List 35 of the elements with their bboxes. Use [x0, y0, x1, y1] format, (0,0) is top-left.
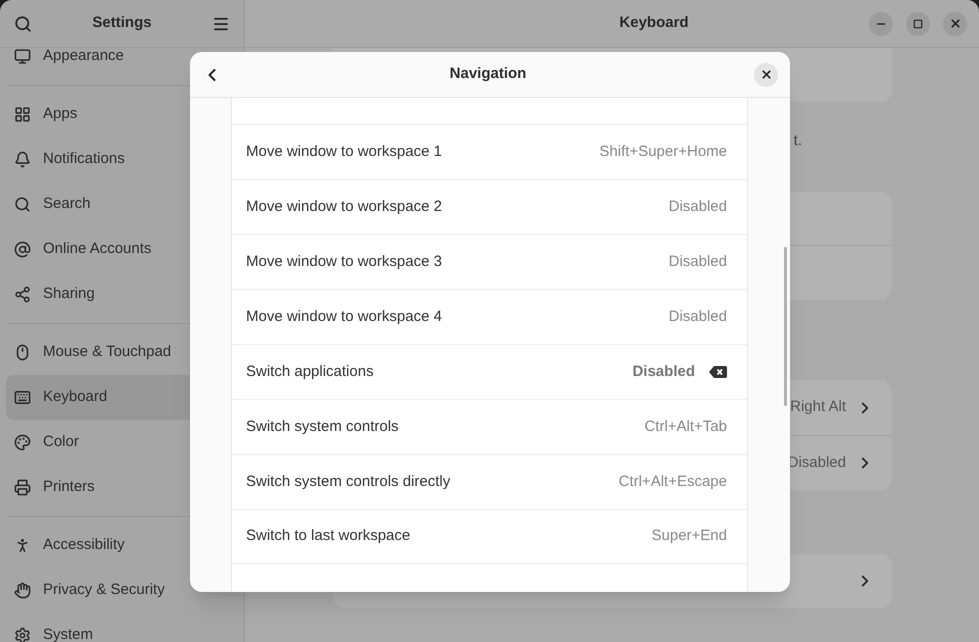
shortcut-value: Disabled: [632, 362, 695, 382]
action-label: Switch applications: [246, 362, 374, 382]
sidebar-item-label: Notifications: [43, 149, 125, 170]
sidebar-item-label: Color: [43, 432, 79, 452]
sidebar-item-label: System: [43, 625, 94, 642]
sidebar-item-label: Mouse & Touchpad: [43, 342, 172, 362]
action-label: Move window to workspace 3: [246, 252, 442, 272]
sidebar-item-label: Appearance: [43, 46, 124, 66]
sidebar-item-label: Privacy & Security: [43, 580, 165, 600]
sidebar-title: Settings: [92, 13, 152, 34]
sidebar-item-label: Sharing: [43, 284, 95, 304]
sidebar-item-label: Keyboard: [43, 387, 108, 408]
sidebar-item-label: Online Accounts: [43, 239, 152, 260]
sidebar-item-label: Printers: [43, 477, 95, 498]
shortcut-value: Shift+Super+Home: [599, 142, 727, 162]
sidebar-item-label: Accessibility: [43, 535, 125, 556]
action-label: Move window to workspace 4: [246, 306, 442, 327]
action-label: Switch system controls directly: [246, 472, 450, 492]
window-title: Keyboard: [618, 13, 689, 34]
sidebar-item-label: Search: [43, 194, 91, 214]
shortcut-value: Disabled: [668, 196, 727, 217]
row-value: Disabled: [788, 452, 846, 473]
action-label: Switch system controls: [246, 416, 399, 437]
sidebar-item-label: Apps: [43, 104, 78, 124]
description-text: t.: [794, 130, 802, 150]
dialog-title: Navigation: [450, 64, 526, 84]
shortcut-value: Disabled: [668, 252, 727, 272]
shortcut-value: Super+End: [652, 526, 727, 546]
action-label: Switch to last workspace: [246, 526, 410, 546]
action-label: Move window to workspace 2: [246, 196, 442, 217]
action-label: Move window to workspace 1: [246, 142, 442, 162]
shortcut-value: Ctrl+Alt+Escape: [618, 472, 727, 492]
shortcut-value: Ctrl+Alt+Tab: [644, 416, 727, 437]
row-value: Right Alt: [790, 397, 846, 418]
shortcut-value: Disabled: [668, 306, 727, 327]
